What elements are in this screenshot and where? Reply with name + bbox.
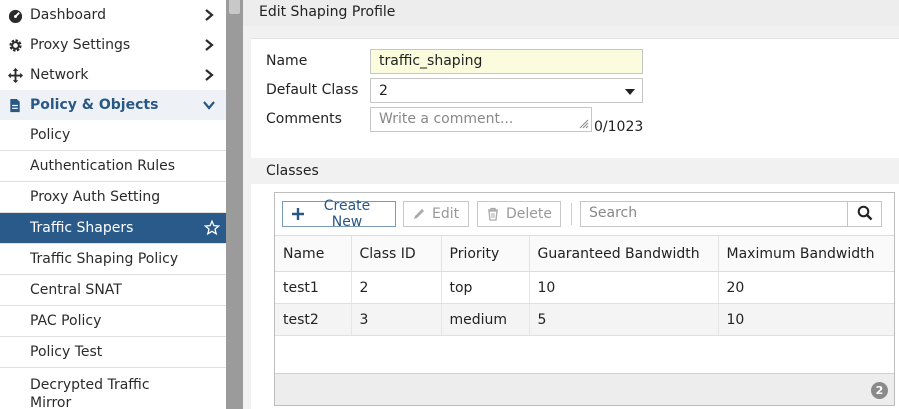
sidebar-item-policy-test[interactable]: Policy Test (0, 337, 226, 368)
classes-panel: Create New Edit Delete Search Name Class… (251, 184, 899, 409)
main-content: Edit Shaping Profile Name traffic_shapin… (243, 0, 899, 409)
cell-class-id: 3 (351, 303, 442, 336)
name-input[interactable]: traffic_shaping (370, 49, 643, 74)
table-header-row: Name Class ID Priority Guaranteed Bandwi… (275, 235, 894, 272)
cell-priority: medium (441, 303, 530, 336)
nav-item-network[interactable]: Network (0, 60, 226, 90)
comments-label: Comments (266, 111, 342, 127)
sidebar-scrollbar[interactable] (226, 0, 243, 409)
trash-icon (486, 207, 500, 221)
table-row[interactable]: test2 3 medium 5 10 (275, 303, 894, 336)
caret-down-icon (625, 89, 635, 95)
row-count-badge: 2 (871, 382, 888, 399)
sidebar: Dashboard Proxy Settings Network Policy … (0, 0, 226, 409)
nav-label: Policy Test (30, 344, 103, 360)
star-icon[interactable] (203, 219, 221, 236)
plus-icon (291, 207, 305, 221)
classes-table: Name Class ID Priority Guaranteed Bandwi… (275, 235, 894, 336)
cell-maximum-bandwidth: 20 (718, 271, 894, 304)
default-class-value: 2 (379, 82, 388, 99)
nav-item-dashboard[interactable]: Dashboard (0, 0, 226, 30)
pencil-icon (412, 207, 426, 221)
char-count: 0/1023 (594, 119, 644, 135)
sidebar-item-traffic-shaping-policy[interactable]: Traffic Shaping Policy (0, 244, 226, 275)
gear-icon (6, 36, 24, 54)
nav-label: Decrypted Traffic Mirror (30, 377, 150, 409)
sidebar-item-decrypted-traffic-mirror[interactable]: Decrypted Traffic Mirror (0, 368, 226, 409)
cell-name: test1 (275, 271, 352, 304)
cell-guaranteed-bandwidth: 10 (529, 271, 719, 304)
sidebar-item-authentication-rules[interactable]: Authentication Rules (0, 151, 226, 182)
nav-label: Traffic Shaping Policy (30, 251, 179, 267)
nav-label: Proxy Auth Setting (30, 189, 161, 205)
column-header-class-id[interactable]: Class ID (351, 235, 442, 272)
search-icon (857, 205, 873, 224)
delete-button[interactable]: Delete (477, 201, 561, 227)
nav-label: Policy & Objects (30, 97, 159, 113)
chevron-right-icon (202, 8, 216, 22)
column-header-maximum-bandwidth[interactable]: Maximum Bandwidth (718, 235, 894, 272)
cell-name: test2 (275, 303, 352, 336)
comments-textarea[interactable]: Write a comment... (370, 107, 592, 132)
sidebar-item-central-snat[interactable]: Central SNAT (0, 275, 226, 306)
nav-label: Policy (30, 127, 71, 143)
sidebar-item-traffic-shapers[interactable]: Traffic Shapers (0, 213, 226, 244)
chevron-right-icon (202, 68, 216, 82)
cell-guaranteed-bandwidth: 5 (529, 303, 719, 336)
dashboard-icon (6, 6, 24, 24)
shaping-profile-form: Name traffic_shaping Default Class 2 Com… (251, 38, 899, 158)
chevron-down-icon (202, 98, 216, 112)
column-header-name[interactable]: Name (275, 235, 352, 272)
name-label: Name (266, 53, 308, 69)
column-header-priority[interactable]: Priority (441, 235, 530, 272)
create-new-button[interactable]: Create New (282, 198, 396, 230)
network-move-icon (6, 66, 24, 84)
cell-priority: top (441, 271, 530, 304)
table-footer: 2 (275, 373, 894, 405)
cell-class-id: 2 (351, 271, 442, 304)
classes-table-container: Create New Edit Delete Search Name Class… (274, 192, 895, 406)
delete-label: Delete (506, 206, 552, 222)
default-class-select[interactable]: 2 (370, 78, 643, 103)
search-button[interactable] (847, 201, 882, 227)
toolbar-divider (571, 203, 572, 225)
classes-section-header: Classes (251, 158, 899, 184)
document-icon (6, 96, 24, 114)
table-row[interactable]: test1 2 top 10 20 (275, 271, 894, 304)
page-title: Edit Shaping Profile (243, 0, 899, 26)
scrollbar-thumb[interactable] (229, 0, 240, 14)
column-header-guaranteed-bandwidth[interactable]: Guaranteed Bandwidth (529, 235, 719, 272)
default-class-label: Default Class (266, 82, 359, 98)
nav-label: PAC Policy (30, 313, 102, 329)
chevron-right-icon (202, 38, 216, 52)
search-input[interactable]: Search (580, 201, 848, 227)
resize-grip-icon[interactable] (577, 117, 589, 129)
sidebar-item-policy[interactable]: Policy (0, 120, 226, 151)
edit-button[interactable]: Edit (403, 201, 469, 227)
nav-label: Traffic Shapers (30, 220, 134, 236)
nav-item-policy-objects[interactable]: Policy & Objects (0, 90, 226, 120)
nav-label: Proxy Settings (30, 37, 131, 53)
sidebar-item-pac-policy[interactable]: PAC Policy (0, 306, 226, 337)
classes-toolbar: Create New Edit Delete Search (275, 193, 894, 235)
create-new-label: Create New (323, 198, 371, 230)
search-placeholder: Search (589, 205, 638, 221)
edit-label: Edit (432, 206, 460, 222)
comments-placeholder: Write a comment... (379, 111, 514, 127)
nav-item-proxy-settings[interactable]: Proxy Settings (0, 30, 226, 60)
nav-label: Dashboard (30, 7, 106, 23)
nav-label: Network (30, 67, 89, 83)
cell-maximum-bandwidth: 10 (718, 303, 894, 336)
nav-label: Authentication Rules (30, 158, 175, 174)
sidebar-item-proxy-auth-setting[interactable]: Proxy Auth Setting (0, 182, 226, 213)
nav-label: Central SNAT (30, 282, 122, 298)
